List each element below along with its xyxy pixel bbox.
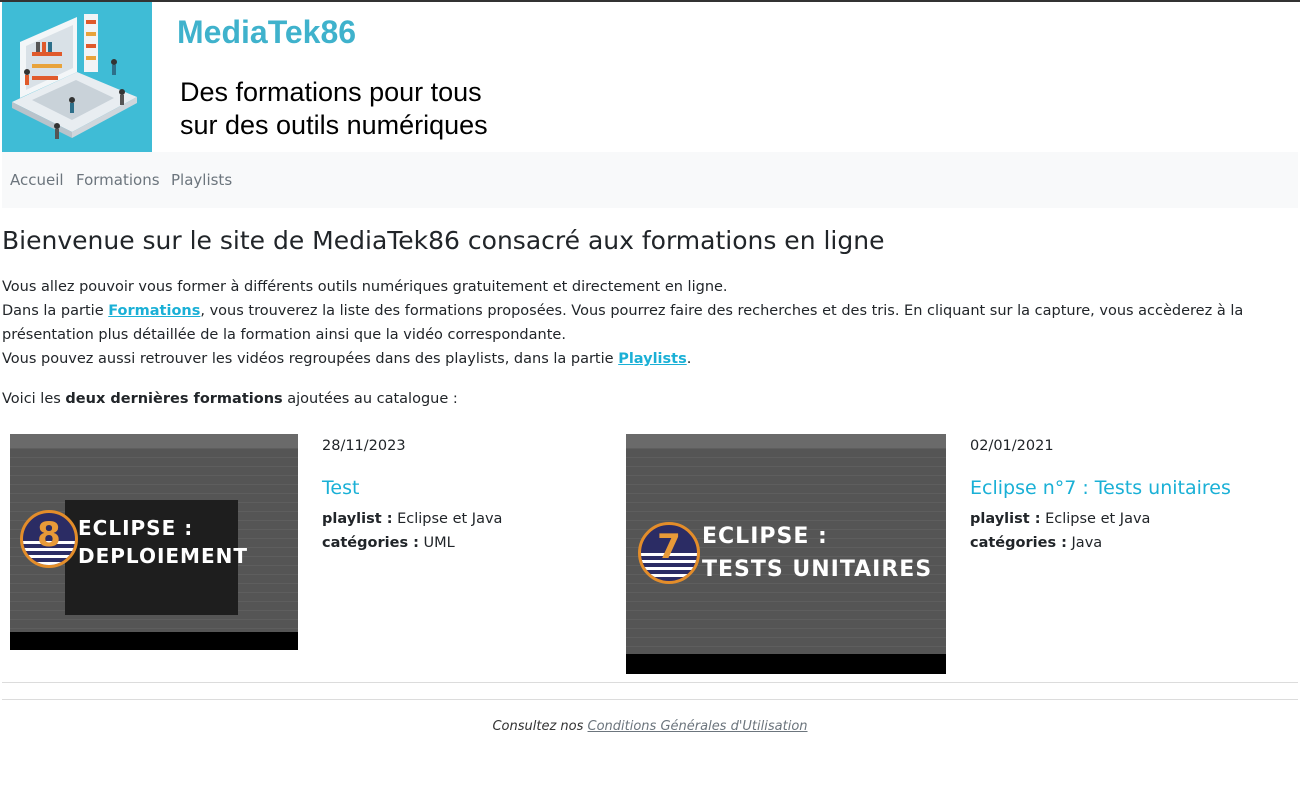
thumbnail-line-1: ECLIPSE :: [78, 516, 194, 540]
page-title: Bienvenue sur le site de MediaTek86 cons…: [2, 226, 885, 255]
intro-line-3-text: Vous pouvez aussi retrouver les vidéos r…: [2, 351, 619, 367]
categories-value: UML: [423, 535, 455, 551]
formation-date: 02/01/2021: [970, 438, 1054, 454]
formations-link[interactable]: Formations: [108, 303, 200, 319]
playlist-label: playlist :: [322, 511, 393, 527]
nav-link-formations[interactable]: Formations: [76, 171, 160, 189]
tagline-line-1: Des formations pour tous: [180, 77, 482, 107]
site-title: MediaTek86: [177, 14, 357, 50]
divider: [2, 682, 1298, 683]
thumbnail-line-2: TESTS UNITAIRES: [702, 557, 933, 582]
thumbnail-title: ECLIPSE : TESTS UNITAIRES: [702, 520, 932, 586]
formation-title-link[interactable]: Test: [322, 477, 359, 499]
top-border: [0, 0, 1300, 2]
nav-link-playlists[interactable]: Playlists: [171, 171, 232, 189]
formation-playlist: playlist : Eclipse et Java: [322, 507, 502, 531]
latest-rest: ajoutées au catalogue :: [282, 391, 458, 407]
laptop-illustration-icon: [2, 2, 152, 152]
formation-categories: catégories : UML: [322, 531, 502, 555]
intro-line-3: Vous pouvez aussi retrouver les vidéos r…: [2, 347, 1292, 371]
main-navbar: Accueil Formations Playlists: [2, 152, 1298, 208]
nav-link-accueil[interactable]: Accueil: [10, 171, 64, 189]
playlists-link[interactable]: Playlists: [618, 351, 687, 367]
thumbnail-line-1: ECLIPSE :: [702, 524, 828, 549]
formation-thumbnail[interactable]: 7 ECLIPSE : TESTS UNITAIRES: [626, 434, 946, 674]
formation-title-link[interactable]: Eclipse n°7 : Tests unitaires: [970, 477, 1231, 499]
site-tagline: Des formations pour tous sur des outils …: [180, 76, 488, 142]
playlist-value: Eclipse et Java: [397, 511, 503, 527]
intro-line-2: Dans la partie Formations, vous trouvere…: [2, 299, 1292, 347]
latest-bold: deux dernières formations: [65, 391, 283, 407]
formation-playlist: playlist : Eclipse et Java: [970, 507, 1150, 531]
playlist-label: playlist :: [970, 511, 1041, 527]
intro-line-2-text: Dans la partie: [2, 303, 109, 319]
tagline-line-2: sur des outils numériques: [180, 110, 488, 140]
intro-line-3-rest: .: [686, 351, 692, 367]
site-logo[interactable]: [2, 2, 152, 152]
thumbnail-title: ECLIPSE : DEPLOIEMENT: [78, 514, 248, 570]
latest-formations-intro: Voici les deux dernières formations ajou…: [2, 387, 458, 411]
formation-thumbnail[interactable]: 8 ECLIPSE : DEPLOIEMENT: [10, 434, 298, 650]
footer-divider: [2, 699, 1298, 700]
thumbnail-number: 8: [37, 515, 61, 555]
footer: Consultez nos Conditions Générales d'Uti…: [0, 719, 1300, 734]
categories-label: catégories :: [322, 535, 419, 551]
thumbnail-line-2: DEPLOIEMENT: [78, 544, 249, 568]
playlist-value: Eclipse et Java: [1045, 511, 1151, 527]
intro-line-1: Vous allez pouvoir vous former à différe…: [2, 279, 728, 295]
eclipse-logo-icon: 8: [20, 510, 78, 568]
eclipse-logo-icon: 7: [638, 522, 700, 584]
intro-text: Vous allez pouvoir vous former à différe…: [2, 275, 1292, 371]
thumbnail-number: 7: [657, 527, 681, 567]
categories-value: Java: [1071, 535, 1103, 551]
formation-date: 28/11/2023: [322, 438, 406, 454]
formation-meta: playlist : Eclipse et Java catégories : …: [970, 507, 1150, 555]
cgu-link[interactable]: Conditions Générales d'Utilisation: [588, 719, 808, 734]
formation-meta: playlist : Eclipse et Java catégories : …: [322, 507, 502, 555]
formation-categories: catégories : Java: [970, 531, 1150, 555]
categories-label: catégories :: [970, 535, 1067, 551]
footer-text: Consultez nos: [492, 719, 588, 734]
latest-text: Voici les: [2, 391, 66, 407]
